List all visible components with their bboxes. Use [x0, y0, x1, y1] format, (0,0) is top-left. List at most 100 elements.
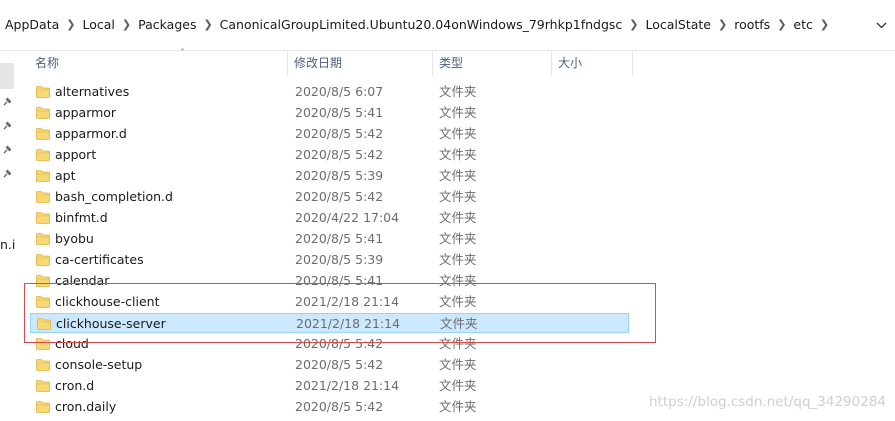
breadcrumb-item[interactable]: etc [792, 17, 813, 32]
file-type: 文件夹 [439, 210, 477, 225]
file-row[interactable]: ca-certificates 2020/8/5 5:39 文件夹 [30, 250, 630, 270]
folder-icon [36, 149, 50, 161]
file-date: 2020/8/5 6:07 [295, 84, 384, 99]
folder-icon [36, 296, 50, 308]
folder-icon [36, 233, 50, 245]
file-row[interactable]: binfmt.d 2020/4/22 17:04 文件夹 [30, 208, 630, 228]
column-header-name[interactable]: 名称 ˄ [30, 48, 288, 76]
column-divider[interactable] [432, 52, 433, 76]
breadcrumb-item[interactable]: AppData [4, 17, 60, 32]
file-row[interactable]: calendar 2020/8/5 5:41 文件夹 [30, 271, 630, 291]
file-row[interactable]: cron.daily 2020/8/5 5:42 文件夹 [30, 397, 630, 417]
file-type: 文件夹 [439, 189, 477, 204]
column-header-type[interactable]: 类型 [434, 52, 549, 76]
folder-icon [36, 128, 50, 140]
file-row[interactable]: cron.d 2021/2/18 21:14 文件夹 [30, 376, 630, 396]
file-type: 文件夹 [439, 126, 477, 141]
folder-icon [36, 107, 50, 119]
column-divider[interactable] [287, 52, 288, 76]
column-divider[interactable] [632, 52, 633, 76]
file-name: ca-certificates [55, 252, 144, 267]
file-row[interactable]: apt 2020/8/5 5:39 文件夹 [30, 166, 630, 186]
sort-ascending-icon: ˄ [180, 48, 185, 59]
file-type: 文件夹 [439, 231, 477, 246]
chevron-right-icon[interactable]: ❯ [814, 18, 835, 31]
file-row[interactable]: console-setup 2020/8/5 5:42 文件夹 [30, 355, 630, 375]
pin-icon[interactable] [1, 96, 13, 108]
chevron-right-icon[interactable]: ❯ [116, 18, 137, 31]
address-history-dropdown[interactable] [867, 14, 895, 36]
nav-item-label[interactable]: n.i [0, 237, 15, 252]
file-row[interactable]: byobu 2020/8/5 5:41 文件夹 [30, 229, 630, 249]
file-row[interactable]: bash_completion.d 2020/8/5 5:42 文件夹 [30, 187, 630, 207]
pin-icon[interactable] [1, 120, 13, 132]
file-type: 文件夹 [439, 147, 477, 162]
column-header-label: 名称 [35, 56, 60, 70]
column-divider[interactable] [551, 52, 552, 76]
file-name: bash_completion.d [55, 189, 173, 204]
watermark: https://blog.csdn.net/qq_34290284 [648, 394, 886, 410]
chevron-right-icon[interactable]: ❯ [197, 18, 218, 31]
column-header-label: 大小 [558, 56, 583, 70]
file-row[interactable]: alternatives 2020/8/5 6:07 文件夹 [30, 82, 630, 102]
file-name: clickhouse-client [55, 294, 160, 309]
file-date: 2020/8/5 5:42 [295, 357, 384, 372]
file-row[interactable]: apport 2020/8/5 5:42 文件夹 [30, 145, 630, 165]
folder-icon [37, 318, 51, 330]
column-header-date[interactable]: 修改日期 [289, 52, 434, 76]
file-type: 文件夹 [439, 336, 477, 351]
column-headers: 名称 ˄ 修改日期 类型 大小 [0, 48, 895, 76]
file-name: clickhouse-server [56, 316, 166, 331]
file-date: 2020/4/22 17:04 [295, 210, 400, 225]
breadcrumb-item[interactable]: Local [82, 17, 116, 32]
pin-icon[interactable] [1, 168, 13, 180]
file-name: alternatives [55, 84, 130, 99]
breadcrumb-item[interactable]: Packages [137, 17, 197, 32]
file-date: 2020/8/5 5:42 [295, 189, 384, 204]
navigation-pane: n.i [0, 51, 18, 421]
file-date: 2020/8/5 5:41 [295, 105, 384, 120]
folder-icon [36, 380, 50, 392]
chevron-right-icon[interactable]: ❯ [623, 18, 644, 31]
file-date: 2020/8/5 5:39 [295, 168, 384, 183]
chevron-right-icon[interactable]: ❯ [771, 18, 792, 31]
file-date: 2020/8/5 5:42 [295, 399, 384, 414]
file-type: 文件夹 [439, 168, 477, 183]
file-type: 文件夹 [439, 357, 477, 372]
file-row-selected[interactable]: clickhouse-server 2021/2/18 21:14 文件夹 [30, 313, 629, 333]
column-header-size[interactable]: 大小 [553, 52, 634, 76]
file-type: 文件夹 [439, 273, 477, 288]
file-type: 文件夹 [439, 378, 477, 393]
file-date: 2020/8/5 5:42 [295, 126, 384, 141]
file-name: apport [55, 147, 97, 162]
folder-icon [36, 338, 50, 350]
file-name: byobu [55, 231, 94, 246]
chevron-right-icon[interactable]: ❯ [60, 18, 81, 31]
breadcrumb-item[interactable]: rootfs [733, 17, 771, 32]
file-type: 文件夹 [439, 294, 477, 309]
file-date: 2021/2/18 21:14 [296, 316, 401, 331]
folder-icon [36, 170, 50, 182]
pin-icon[interactable] [1, 144, 13, 156]
file-name: cloud [55, 336, 89, 351]
file-type: 文件夹 [439, 84, 477, 99]
file-date: 2020/8/5 5:39 [295, 252, 384, 267]
breadcrumb-item[interactable]: CanonicalGroupLimited.Ubuntu20.04onWindo… [219, 17, 624, 32]
breadcrumb-item[interactable]: LocalState [645, 17, 713, 32]
folder-icon [36, 86, 50, 98]
file-row[interactable]: cloud 2020/8/5 5:42 文件夹 [30, 334, 630, 354]
file-name: cron.daily [55, 399, 117, 414]
file-row[interactable]: apparmor.d 2020/8/5 5:42 文件夹 [30, 124, 630, 144]
address-bar[interactable]: AppData ❯ Local ❯ Packages ❯ CanonicalGr… [0, 0, 895, 51]
file-row[interactable]: clickhouse-client 2021/2/18 21:14 文件夹 [30, 292, 630, 312]
file-date: 2021/2/18 21:14 [295, 378, 400, 393]
file-type: 文件夹 [440, 316, 478, 331]
chevron-right-icon[interactable]: ❯ [712, 18, 733, 31]
file-date: 2020/8/5 5:42 [295, 336, 384, 351]
breadcrumb: AppData ❯ Local ❯ Packages ❯ CanonicalGr… [4, 17, 835, 32]
file-row[interactable]: apparmor 2020/8/5 5:41 文件夹 [30, 103, 630, 123]
folder-icon [36, 401, 50, 413]
file-name: cron.d [55, 378, 95, 393]
folder-icon [36, 191, 50, 203]
chevron-down-icon [876, 22, 886, 28]
